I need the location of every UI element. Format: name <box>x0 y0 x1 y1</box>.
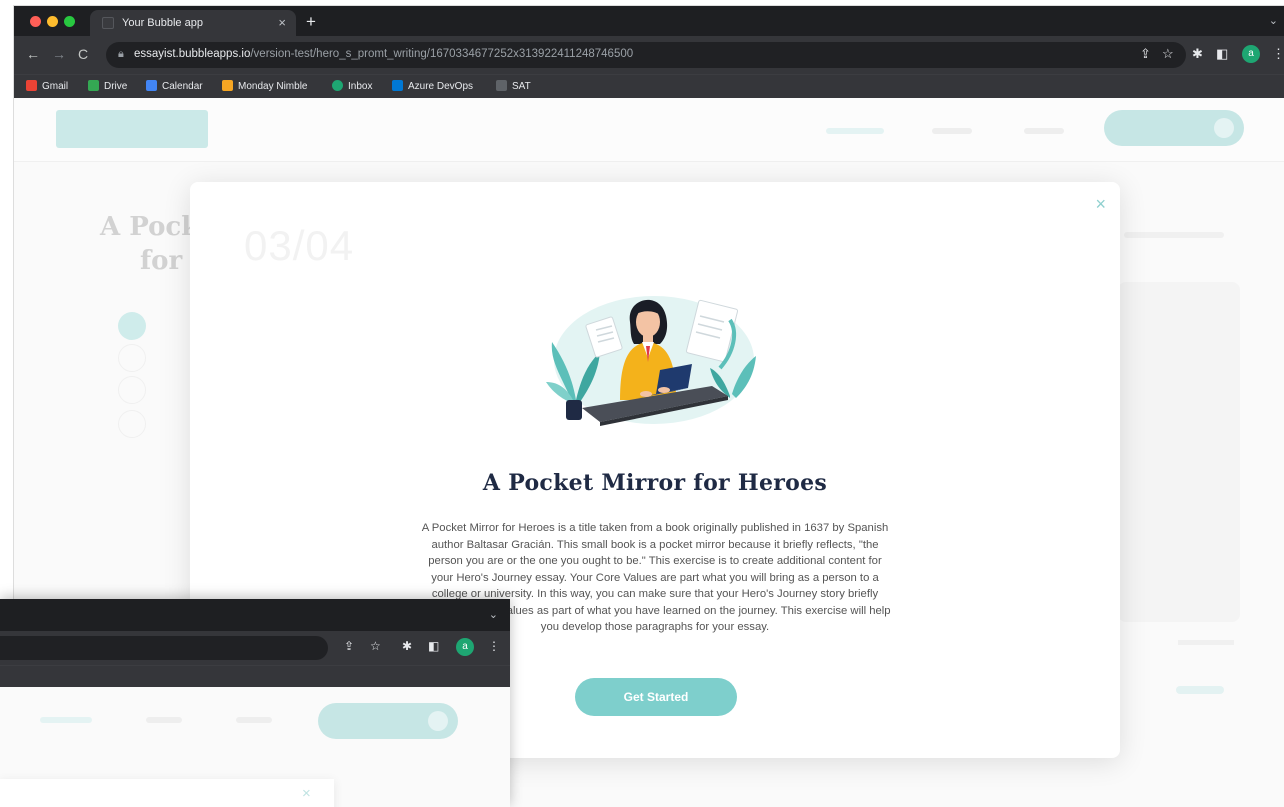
side-note <box>1124 232 1224 238</box>
tab-search-icon[interactable]: ⌄ <box>489 608 498 621</box>
inbox-icon <box>332 80 343 91</box>
share-icon[interactable]: ⇪ <box>344 639 354 653</box>
woman-at-laptop-illustration <box>546 296 756 426</box>
bookmark-monday-nimble[interactable]: Monday Nimble <box>222 80 307 92</box>
azure-devops-icon <box>392 80 403 91</box>
step-indicator[interactable] <box>118 410 146 438</box>
nav-link[interactable] <box>40 717 92 723</box>
side-panel-icon[interactable]: ◧ <box>1216 46 1228 62</box>
bookmarks-bar: Gmail Drive Calendar Monday Nimble Inbox… <box>14 74 1284 98</box>
profile-avatar[interactable]: a <box>1242 45 1260 63</box>
address-bar[interactable] <box>0 636 328 660</box>
bookmark-label: Monday Nimble <box>238 81 308 92</box>
nav-link[interactable] <box>1024 128 1064 134</box>
profile-icon <box>428 711 448 731</box>
screen: Your Bubble app × + ⌄ ← → C 🔒︎ essayist.… <box>0 0 1284 807</box>
kebab-menu-icon[interactable]: ⋮ <box>488 639 500 653</box>
side-panel-icon[interactable]: ◧ <box>428 639 439 653</box>
bookmark-label: SAT <box>512 81 531 92</box>
bookmark-sat[interactable]: SAT <box>496 80 531 92</box>
step-counter: 03/04 <box>244 222 355 269</box>
browser-tab[interactable]: Your Bubble app × <box>90 10 296 36</box>
kebab-menu-icon[interactable]: ⋮ <box>1272 46 1284 62</box>
profile-avatar[interactable]: a <box>456 638 474 656</box>
tab-strip: ⌄ <box>0 599 510 631</box>
bookmark-label: Azure DevOps <box>408 81 474 92</box>
next-link[interactable] <box>1176 686 1224 694</box>
step-indicator[interactable] <box>118 344 146 372</box>
step-indicator[interactable] <box>118 376 146 404</box>
tab-close-icon[interactable]: × <box>278 15 286 30</box>
bookmark-label: Drive <box>104 81 128 92</box>
page-background: × <box>0 687 510 807</box>
close-icon[interactable]: × <box>1095 194 1106 215</box>
bookmark-star-icon[interactable]: ☆ <box>1162 46 1174 62</box>
extensions-icon[interactable]: ✱ <box>402 639 412 653</box>
reload-icon[interactable]: C <box>78 46 88 62</box>
site-logo[interactable] <box>56 110 208 148</box>
close-icon[interactable]: × <box>302 785 311 802</box>
bookmarks-bar <box>0 665 510 687</box>
gmail-icon <box>26 80 37 91</box>
browser-toolbar: ⇪ ☆ ✱ ◧ a ⋮ <box>0 631 510 665</box>
share-icon[interactable]: ⇪ <box>1140 46 1151 62</box>
drive-icon <box>88 80 99 91</box>
side-panel <box>1118 282 1240 622</box>
nav-link[interactable] <box>932 128 972 134</box>
nav-link[interactable] <box>236 717 272 723</box>
tab-search-icon[interactable]: ⌄ <box>1269 14 1278 27</box>
forward-icon[interactable]: → <box>52 46 66 62</box>
nav-link[interactable] <box>826 128 884 134</box>
calendar-icon <box>146 80 157 91</box>
bookmark-azure-devops[interactable]: Azure DevOps <box>392 80 473 92</box>
bookmark-drive[interactable]: Drive <box>88 80 127 92</box>
bookmark-star-icon[interactable]: ☆ <box>370 639 381 653</box>
sat-icon <box>496 80 507 91</box>
modal-title: A Pocket Mirror for Heroes <box>482 470 828 496</box>
bookmark-label: Inbox <box>348 81 373 92</box>
my-profile-button[interactable] <box>1104 110 1244 146</box>
new-tab-button[interactable]: + <box>306 12 316 32</box>
get-started-button[interactable]: Get Started <box>575 678 737 716</box>
second-browser-window: ⌄ ⇪ ☆ ✱ ◧ a ⋮ × <box>0 599 510 807</box>
bookmark-calendar[interactable]: Calendar <box>146 80 203 92</box>
minimize-window-button[interactable] <box>47 16 58 27</box>
bookmark-gmail[interactable]: Gmail <box>26 80 68 92</box>
my-profile-button[interactable] <box>318 703 458 739</box>
browser-toolbar: ← → C 🔒︎ essayist.bubbleapps.io/version-… <box>14 36 1284 74</box>
extensions-icon[interactable]: ✱ <box>1192 46 1203 62</box>
url-path: /version-test/hero_s_promt_writing/16703… <box>250 48 634 60</box>
bookmark-label: Gmail <box>42 81 69 92</box>
bookmark-label: Calendar <box>162 81 203 92</box>
monday-icon <box>222 80 233 91</box>
maximize-window-button[interactable] <box>64 16 75 27</box>
address-bar[interactable]: 🔒︎ essayist.bubbleapps.io/version-test/h… <box>106 42 1186 68</box>
tab-title: Your Bubble app <box>122 17 203 29</box>
url-host: essayist.bubbleapps.io <box>134 48 251 60</box>
modal-edge: × <box>0 779 334 807</box>
step-indicator-active[interactable] <box>118 312 146 340</box>
site-header <box>14 98 1284 162</box>
nav-link[interactable] <box>146 717 182 723</box>
close-window-button[interactable] <box>30 16 41 27</box>
tab-strip: Your Bubble app × + ⌄ <box>14 6 1284 36</box>
side-caption <box>1178 640 1234 645</box>
url-text[interactable]: essayist.bubbleapps.io/version-test/hero… <box>134 48 633 60</box>
lock-icon: 🔒︎ <box>118 48 124 60</box>
favicon-icon <box>102 17 114 29</box>
profile-icon <box>1214 118 1234 138</box>
bookmark-inbox[interactable]: Inbox <box>332 80 372 92</box>
back-icon[interactable]: ← <box>26 46 40 62</box>
